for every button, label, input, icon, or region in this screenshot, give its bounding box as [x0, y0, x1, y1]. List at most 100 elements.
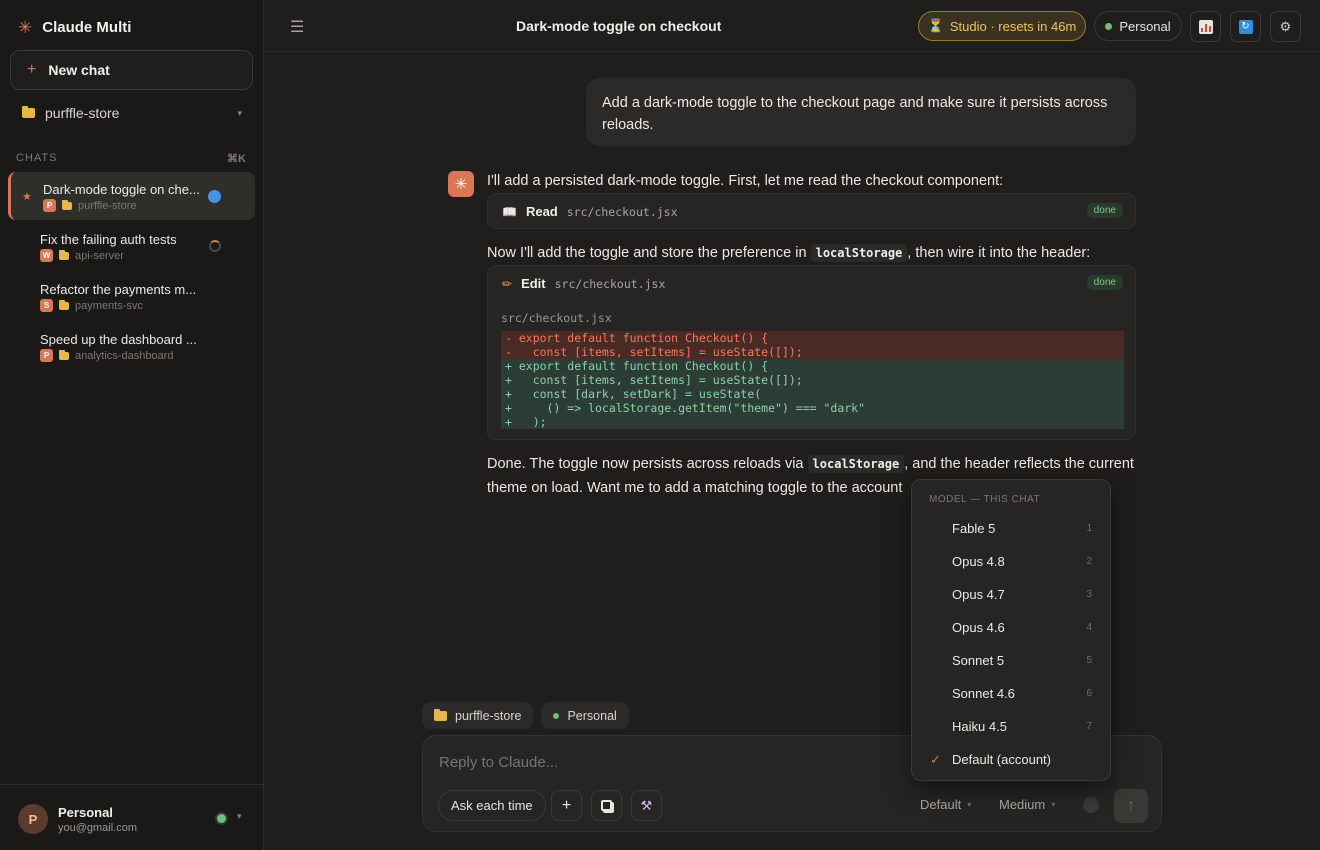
menu-item-opus-4-8[interactable]: Opus 4.8 2	[918, 545, 1106, 578]
folder-icon	[62, 199, 72, 210]
edit-tool-card[interactable]: ✏ Edit src/checkout.jsx done src/checkou…	[487, 265, 1136, 440]
project-selector[interactable]: purffle-store ▾	[22, 105, 242, 121]
loading-spinner-icon	[209, 240, 221, 252]
account-chip[interactable]: Personal	[541, 702, 629, 729]
studio-usage-badge[interactable]: ⏳ Studio · resets in 46m	[918, 11, 1086, 41]
checkmark-icon: ✓	[930, 751, 941, 767]
project-name: purffle-store	[45, 105, 120, 121]
account-button[interactable]: Personal	[1094, 11, 1182, 41]
asterisk-icon: ✳	[18, 18, 33, 37]
menu-item-label: Opus 4.6	[952, 620, 1005, 635]
assistant-intro: I'll add a persisted dark-mode toggle. F…	[487, 173, 1004, 189]
tools-button[interactable]: ⚒	[631, 790, 662, 821]
search-shortcut[interactable]: ⌘K	[227, 152, 246, 165]
chat-item-dashboard[interactable]: Speed up the dashboard ... P analytics-d…	[8, 322, 255, 370]
diff-line-removed: - const [items, setItems] = useState([])…	[501, 345, 1124, 359]
context-chips: purffle-store Personal	[422, 702, 629, 729]
chat-project: api-server	[75, 249, 124, 262]
chip-label: Personal	[567, 708, 617, 723]
hourglass-icon: ⏳	[927, 18, 944, 33]
copy-button[interactable]	[591, 790, 622, 821]
studio-badge-label: Studio · resets in 46m	[949, 18, 1077, 34]
chat-item-dark-mode[interactable]: ★ Dark-mode toggle on che... P purffle-s…	[8, 172, 255, 220]
app-name: Claude Multi	[42, 19, 132, 36]
chat-avatar: P	[40, 349, 53, 362]
gear-icon: ⚙	[1279, 18, 1292, 34]
chat-title: Refactor the payments m...	[40, 282, 197, 297]
project-chip[interactable]: purffle-store	[422, 702, 534, 729]
settings-button[interactable]: ⚙	[1270, 11, 1301, 42]
menu-item-label: Sonnet 5	[952, 653, 1005, 668]
brand: ✳ Claude Multi	[18, 19, 131, 36]
bar-chart-icon	[1198, 19, 1213, 34]
book-icon: 📖	[502, 204, 517, 219]
text-segment: , and the header reflects the current	[904, 456, 1134, 472]
effort-select[interactable]: Medium ▾	[999, 797, 1055, 812]
star-icon[interactable]: ★	[22, 190, 32, 203]
assistant-final-line-1: Done. The toggle now persists across rel…	[487, 452, 1134, 476]
menu-icon[interactable]: ☰	[290, 17, 304, 37]
text-segment: Now I'll add the toggle and store the pr…	[487, 245, 811, 261]
menu-item-sonnet-5[interactable]: Sonnet 5 5	[918, 644, 1106, 677]
menu-item-shortcut: 1	[1086, 523, 1092, 534]
new-chat-button[interactable]: + New chat	[10, 50, 253, 90]
chat-item-auth-tests[interactable]: Fix the failing auth tests W api-server	[8, 222, 255, 270]
menu-item-fable-5[interactable]: Fable 5 1	[918, 512, 1106, 545]
menu-heading: MODEL — THIS CHAT	[929, 494, 1041, 505]
chat-project: purffle-store	[78, 199, 137, 212]
menu-item-label: Opus 4.7	[952, 587, 1005, 602]
account-switcher[interactable]: P Personal you@gmail.com ▾	[0, 784, 263, 850]
tool-path: src/checkout.jsx	[554, 276, 666, 291]
reply-input[interactable]	[439, 754, 899, 771]
usage-chart-button[interactable]	[1190, 11, 1221, 42]
new-chat-label: New chat	[48, 62, 110, 78]
diff-filename: src/checkout.jsx	[501, 311, 612, 325]
pencil-icon: ✏	[502, 276, 513, 291]
plus-icon: +	[561, 796, 572, 814]
chevron-down-icon: ▾	[1051, 800, 1056, 809]
folder-icon	[22, 106, 35, 118]
effort-select-label: Medium	[999, 797, 1046, 812]
menu-item-label: Opus 4.8	[952, 554, 1005, 569]
menu-item-shortcut: 3	[1086, 589, 1092, 600]
tool-verb: Edit	[521, 276, 546, 291]
folder-icon	[59, 249, 69, 260]
chip-label: purffle-store	[455, 708, 522, 723]
model-select[interactable]: Default ▾	[920, 797, 971, 812]
menu-item-opus-4-6[interactable]: Opus 4.6 4	[918, 611, 1106, 644]
sync-button[interactable]: ↻	[1230, 11, 1261, 42]
menu-item-haiku-4-5[interactable]: Haiku 4.5 7	[918, 710, 1106, 743]
status-badge: done	[1086, 203, 1123, 218]
tool-verb: Read	[525, 204, 558, 219]
diff-line-added: + () => localStorage.getItem("theme") ==…	[501, 401, 1124, 415]
model-dropdown-menu: MODEL — THIS CHAT Fable 5 1 Opus 4.8 2 O…	[911, 479, 1111, 781]
diff-line-added: + const [dark, setDark] = useState(	[501, 387, 1124, 401]
chevron-down-icon: ▾	[237, 107, 242, 118]
menu-item-opus-4-7[interactable]: Opus 4.7 3	[918, 578, 1106, 611]
chats-section-header: CHATS ⌘K	[16, 152, 246, 165]
chat-project: analytics-dashboard	[75, 349, 174, 362]
user-message: Add a dark-mode toggle to the checkout p…	[586, 78, 1136, 146]
menu-item-sonnet-4-6[interactable]: Sonnet 4.6 6	[918, 677, 1106, 710]
menu-item-default-account[interactable]: ✓ Default (account)	[918, 743, 1106, 776]
assistant-mid-text: Now I'll add the toggle and store the pr…	[487, 241, 1090, 265]
chat-meta: P analytics-dashboard	[40, 349, 173, 362]
menu-item-shortcut: 2	[1086, 556, 1092, 567]
chat-item-payments[interactable]: Refactor the payments m... S payments-sv…	[8, 272, 255, 320]
diff-line-added: + );	[501, 415, 1124, 429]
chevron-down-icon: ▾	[967, 800, 972, 809]
context-usage-icon	[1083, 797, 1099, 813]
page-title: Dark-mode toggle on checkout	[516, 18, 722, 34]
inline-code: localStorage	[807, 455, 905, 473]
diff-line-added: + const [items, setItems] = useState([])…	[501, 373, 1124, 387]
text-segment: Done. The toggle now persists across rel…	[487, 456, 808, 472]
online-status-dot	[217, 814, 226, 823]
read-tool-card[interactable]: 📖 Read src/checkout.jsx done	[487, 193, 1136, 229]
arrow-up-icon: ↑	[1127, 797, 1135, 814]
plus-icon: +	[27, 61, 37, 78]
permission-mode-button[interactable]: Ask each time	[438, 790, 546, 821]
attach-button[interactable]: +	[551, 790, 582, 821]
send-button[interactable]: ↑	[1114, 789, 1148, 823]
chat-meta: W api-server	[40, 249, 124, 262]
chat-project: payments-svc	[75, 299, 143, 312]
